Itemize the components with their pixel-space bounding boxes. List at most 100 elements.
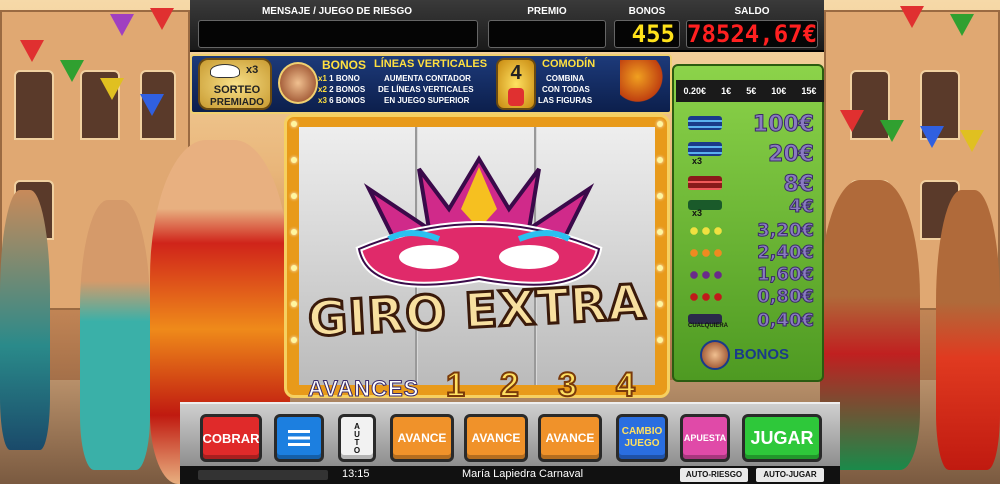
paytable-row: 100€ [678, 112, 822, 138]
marquee-lamp [291, 265, 297, 271]
apuesta-button[interactable]: APUESTA [680, 414, 730, 462]
pennant-flag [110, 14, 134, 36]
paytable-row: 2,40€ [678, 242, 822, 266]
avance-number-1: 1 [445, 365, 466, 405]
marquee-lamp [657, 265, 663, 271]
paytable-bonos-label: BONOS [734, 346, 790, 363]
mask-icon [210, 64, 240, 78]
pay-value: 4€ [788, 196, 814, 218]
oranges-icon [688, 246, 722, 260]
pay-value: 8€ [783, 172, 815, 198]
juego-label: JUEGO [624, 438, 660, 449]
auto-jugar-button[interactable]: AUTO-JUGAR [756, 468, 824, 482]
paytable-row: x3 4€ [678, 196, 822, 220]
paytable-row: 8€ [678, 172, 822, 198]
comodin-text-1: COMBINA [546, 74, 585, 83]
avance-button-3[interactable]: AVANCE [538, 414, 602, 462]
cherries-icon [688, 290, 722, 304]
avance-button-1[interactable]: AVANCE [390, 414, 454, 462]
cobrar-button[interactable]: COBRAR [200, 414, 262, 462]
comodin-title: COMODÍN [542, 58, 596, 70]
pennant-flag [840, 110, 864, 132]
pennant-flag [140, 94, 164, 116]
bar-double-icon [688, 176, 722, 190]
pennant-flag [60, 60, 84, 82]
pay-mult: x3 [692, 156, 703, 166]
avance-number-2: 2 [499, 365, 520, 405]
avance-number-4: 4 [615, 365, 636, 405]
cambio-juego-button[interactable]: CAMBIO JUEGO [616, 414, 668, 462]
bet-option[interactable]: 5€ [746, 86, 756, 96]
pay-value: 0,80€ [757, 286, 815, 308]
auto-button[interactable]: AUTO [338, 414, 376, 462]
bottom-status-bar: 13:15 María Lapiedra Carnaval AUTO-RIESG… [180, 466, 840, 484]
avance-button-2[interactable]: AVANCE [464, 414, 528, 462]
cambio-label: CAMBIO [621, 426, 663, 437]
marquee-lamp [657, 121, 663, 127]
bonos-row-3: x3 6 BONOS [318, 96, 366, 105]
sorteo-text-2: PREMIADO [210, 97, 264, 108]
bonos-row-2: x2 2 BONOS [318, 85, 366, 94]
dancer-left-teal [80, 200, 150, 470]
pay-mult: x3 [692, 208, 703, 218]
bonos-label: BONOS [628, 6, 666, 17]
auto-riesgo-button[interactable]: AUTO-RIESGO [680, 468, 748, 482]
marquee-lamp [657, 229, 663, 235]
paytable-row: 0,80€ [678, 286, 822, 310]
mensaje-label: MENSAJE / JUEGO DE RIESGO [261, 6, 413, 17]
bonos-row-1: x1 1 BONO [318, 74, 360, 83]
lineas-text-1: AUMENTA CONTADOR [384, 74, 471, 83]
bet-option[interactable]: 0.20€ [684, 86, 707, 96]
paytable-row: 3,20€ [678, 220, 822, 244]
mensaje-display [198, 20, 478, 48]
bet-option[interactable]: 15€ [801, 86, 816, 96]
pay-value: 3,20€ [757, 220, 815, 242]
jugar-button[interactable]: JUGAR [742, 414, 822, 462]
pennant-flag [880, 120, 904, 142]
premio-display [488, 20, 606, 48]
menu-icon [288, 430, 310, 446]
paytable-row: CUALQUIERA 0,40€ [678, 310, 822, 334]
marquee-lamp [657, 193, 663, 199]
bet-option[interactable]: 10€ [771, 86, 786, 96]
lineas-text-2: DE LÍNEAS VERTICALES [378, 85, 474, 94]
lemons-icon [688, 224, 722, 238]
bonos-avatar-icon [278, 62, 318, 104]
grapes-icon [688, 268, 722, 282]
bet-selector-header: 0.20€ 1€ 5€ 10€ 15€ [676, 80, 824, 102]
pay-value: 0,40€ [757, 310, 815, 332]
paytable-row: x3 20€ [678, 142, 822, 168]
pay-value: 1,60€ [757, 264, 815, 286]
sorteo-premiado-badge: x3 SORTEO PREMIADO [198, 58, 272, 110]
top-status-bar: MENSAJE / JUEGO DE RIESGO PREMIO BONOS 4… [190, 0, 824, 52]
menu-button[interactable] [274, 414, 324, 462]
pennant-flag [100, 78, 124, 100]
bonos-title: BONOS [322, 58, 367, 72]
bonos-avatar-icon [700, 340, 730, 370]
avance-number-3: 3 [557, 365, 578, 405]
lineas-number-badge: 4 [496, 58, 536, 110]
marquee-lamp [657, 337, 663, 343]
game-name: María Lapiedra Carnaval [462, 468, 584, 480]
clock-time: 13:15 [342, 468, 370, 480]
premio-label: PREMIO [527, 6, 567, 17]
comodin-text-2: CON TODAS [542, 85, 590, 94]
marquee-lamp [291, 337, 297, 343]
lineas-text-3: EN JUEGO SUPERIOR [384, 96, 470, 105]
rules-info-strip: x3 SORTEO PREMIADO BONOS x1 1 BONO x2 2 … [190, 54, 672, 114]
maracas-icon [620, 60, 664, 108]
dancer-left-far [0, 190, 50, 450]
pennant-flag [900, 6, 924, 28]
marquee-lamp [657, 157, 663, 163]
bar-triple-icon [688, 142, 722, 156]
marquee-lamp [291, 193, 297, 199]
saldo-label: SALDO [734, 6, 770, 17]
pay-value: 20€ [768, 142, 815, 168]
dancer-right-far [936, 190, 1000, 470]
lineas-title: LÍNEAS VERTICALES [374, 58, 488, 70]
sorteo-multiplier: x3 [246, 64, 259, 76]
paytable-row: 1,60€ [678, 264, 822, 288]
avances-label: AVANCES [307, 376, 420, 402]
bet-option[interactable]: 1€ [721, 86, 731, 96]
pay-value: 100€ [752, 112, 814, 138]
